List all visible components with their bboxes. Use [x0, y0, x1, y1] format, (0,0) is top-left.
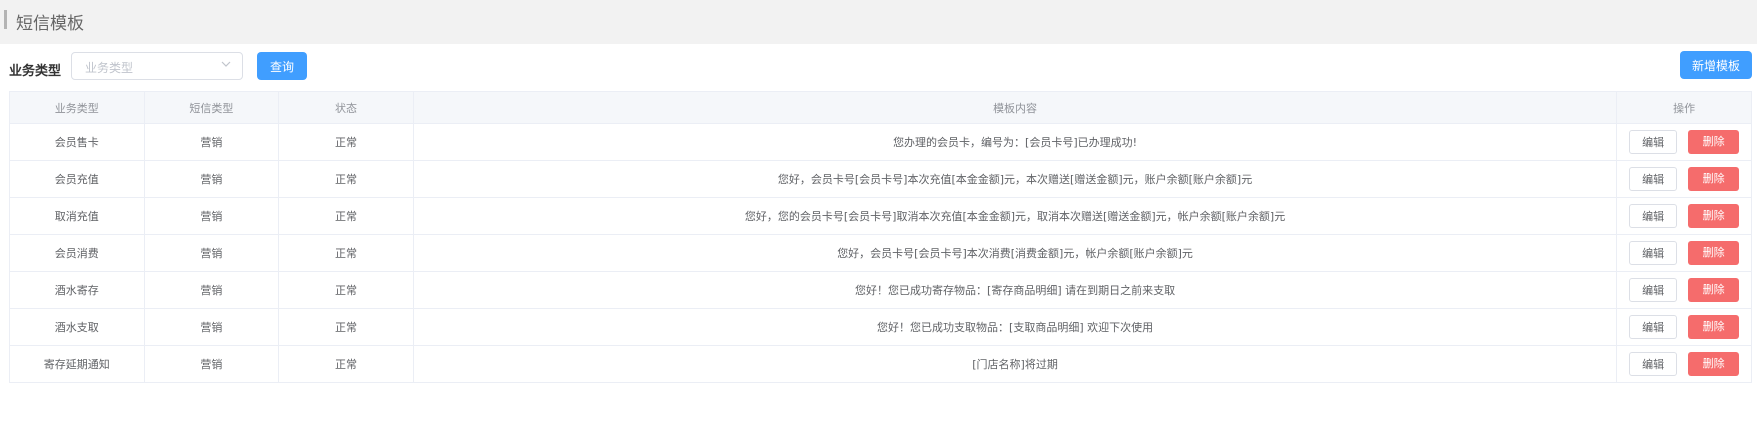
cell-actions: 编辑 删除 — [1616, 271, 1752, 309]
cell-sms-type: 营销 — [143, 197, 280, 235]
delete-button[interactable]: 删除 — [1688, 278, 1740, 302]
cell-biz-type: 酒水寄存 — [9, 271, 145, 309]
cell-sms-type: 营销 — [143, 271, 280, 309]
table-row: 寄存延期通知 营销 正常 [门店名称]将过期 编辑 删除 — [9, 345, 1752, 383]
add-template-button[interactable]: 新增模板 — [1680, 51, 1752, 79]
cell-content: 您好，您的会员卡号[会员卡号]取消本次充值[本金金额]元，取消本次赠送[赠送金额… — [412, 197, 1618, 235]
cell-sms-type: 营销 — [143, 160, 280, 198]
delete-button[interactable]: 删除 — [1688, 352, 1740, 376]
column-header-status: 状态 — [278, 91, 414, 124]
cell-content: 您好，会员卡号[会员卡号]本次充值[本金金额]元，本次赠送[赠送金额]元，账户余… — [412, 160, 1618, 198]
page-header: 短信模板 — [0, 0, 1757, 44]
cell-biz-type: 会员消费 — [9, 234, 145, 272]
table-header-row: 业务类型 短信类型 状态 模板内容 操作 — [9, 91, 1752, 124]
table-row: 会员消费 营销 正常 您好，会员卡号[会员卡号]本次消费[消费金额]元，帐户余额… — [9, 234, 1752, 272]
column-header-actions: 操作 — [1616, 91, 1752, 124]
cell-sms-type: 营销 — [143, 308, 280, 346]
column-header-sms-type: 短信类型 — [143, 91, 280, 124]
cell-status: 正常 — [278, 123, 414, 161]
cell-content: [门店名称]将过期 — [412, 345, 1618, 383]
edit-button[interactable]: 编辑 — [1629, 352, 1678, 376]
cell-status: 正常 — [278, 234, 414, 272]
cell-actions: 编辑 删除 — [1616, 197, 1752, 235]
table-row: 会员售卡 营销 正常 您办理的会员卡，编号为：[会员卡号]已办理成功! 编辑 删除 — [9, 123, 1752, 161]
cell-biz-type: 取消充值 — [9, 197, 145, 235]
table-row: 会员充值 营销 正常 您好，会员卡号[会员卡号]本次充值[本金金额]元，本次赠送… — [9, 160, 1752, 198]
cell-biz-type: 寄存延期通知 — [9, 345, 145, 383]
filter-toolbar: 业务类型 业务类型 查询 新增模板 — [0, 44, 1757, 92]
delete-button[interactable]: 删除 — [1688, 204, 1740, 228]
edit-button[interactable]: 编辑 — [1629, 167, 1678, 191]
edit-button[interactable]: 编辑 — [1629, 315, 1678, 339]
chevron-down-icon — [221, 61, 231, 67]
cell-status: 正常 — [278, 271, 414, 309]
table-row: 酒水寄存 营销 正常 您好！您已成功寄存物品：[寄存商品明细] 请在到期日之前来… — [9, 271, 1752, 309]
cell-content: 您好，会员卡号[会员卡号]本次消费[消费金额]元，帐户余额[账户余额]元 — [412, 234, 1618, 272]
cell-biz-type: 酒水支取 — [9, 308, 145, 346]
delete-button[interactable]: 删除 — [1688, 167, 1740, 191]
cell-content: 您好！您已成功支取物品：[支取商品明细] 欢迎下次使用 — [412, 308, 1618, 346]
cell-content: 您好！您已成功寄存物品：[寄存商品明细] 请在到期日之前来支取 — [412, 271, 1618, 309]
page-title: 短信模板 — [16, 14, 84, 34]
business-type-select[interactable]: 业务类型 — [71, 52, 243, 80]
query-button[interactable]: 查询 — [257, 52, 307, 80]
cell-status: 正常 — [278, 308, 414, 346]
edit-button[interactable]: 编辑 — [1629, 241, 1678, 265]
delete-button[interactable]: 删除 — [1688, 130, 1740, 154]
cell-sms-type: 营销 — [143, 234, 280, 272]
edit-button[interactable]: 编辑 — [1629, 204, 1678, 228]
cell-status: 正常 — [278, 345, 414, 383]
cell-status: 正常 — [278, 160, 414, 198]
title-accent-bar — [4, 10, 7, 29]
table-row: 取消充值 营销 正常 您好，您的会员卡号[会员卡号]取消本次充值[本金金额]元，… — [9, 197, 1752, 235]
cell-actions: 编辑 删除 — [1616, 160, 1752, 198]
cell-sms-type: 营销 — [143, 345, 280, 383]
cell-actions: 编辑 删除 — [1616, 234, 1752, 272]
select-placeholder: 业务类型 — [85, 61, 134, 75]
delete-button[interactable]: 删除 — [1688, 315, 1740, 339]
cell-actions: 编辑 删除 — [1616, 308, 1752, 346]
table-row: 酒水支取 营销 正常 您好！您已成功支取物品：[支取商品明细] 欢迎下次使用 编… — [9, 308, 1752, 346]
sms-template-table: 业务类型 短信类型 状态 模板内容 操作 会员售卡 营销 正常 您办理的会员卡，… — [9, 91, 1752, 383]
business-type-label: 业务类型 — [9, 64, 62, 79]
cell-actions: 编辑 删除 — [1616, 345, 1752, 383]
cell-status: 正常 — [278, 197, 414, 235]
cell-actions: 编辑 删除 — [1616, 123, 1752, 161]
column-header-content: 模板内容 — [412, 91, 1618, 124]
cell-biz-type: 会员售卡 — [9, 123, 145, 161]
column-header-biz-type: 业务类型 — [9, 91, 145, 124]
cell-biz-type: 会员充值 — [9, 160, 145, 198]
cell-content: 您办理的会员卡，编号为：[会员卡号]已办理成功! — [412, 123, 1618, 161]
delete-button[interactable]: 删除 — [1688, 241, 1740, 265]
cell-sms-type: 营销 — [143, 123, 280, 161]
edit-button[interactable]: 编辑 — [1629, 130, 1678, 154]
edit-button[interactable]: 编辑 — [1629, 278, 1678, 302]
